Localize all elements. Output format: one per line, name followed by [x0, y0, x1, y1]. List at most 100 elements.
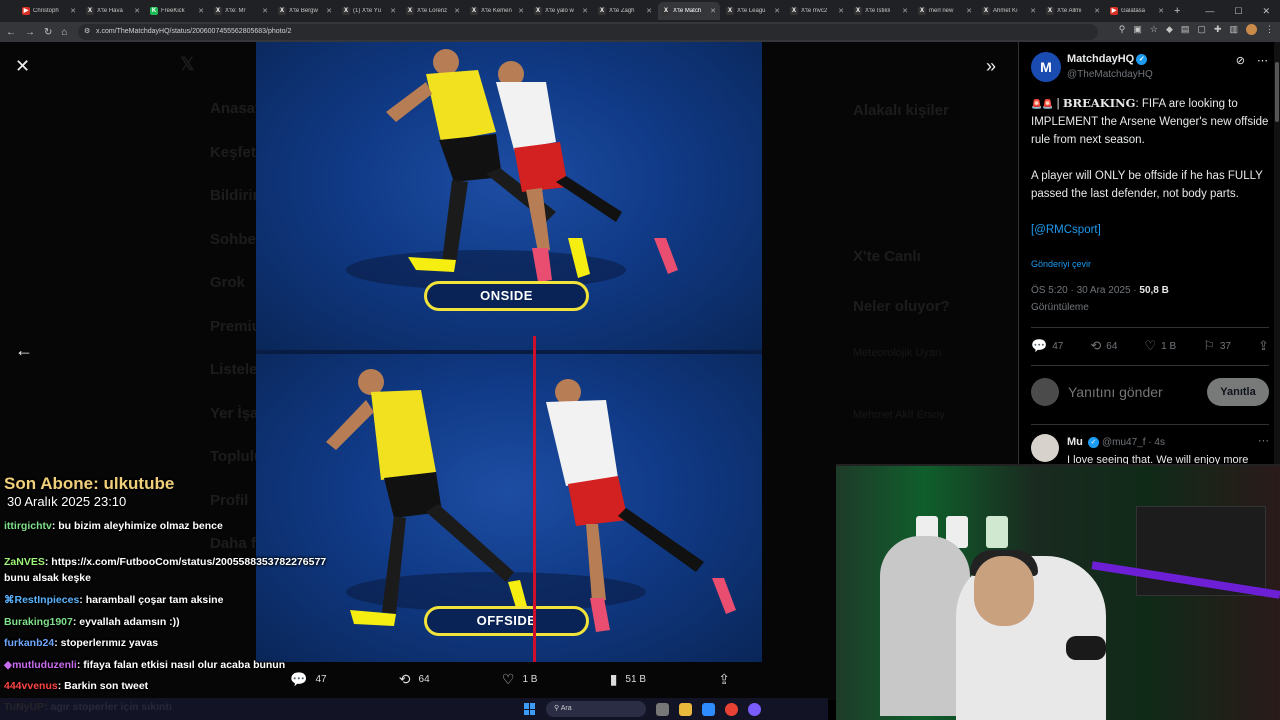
- reply-avatar[interactable]: [1031, 434, 1059, 462]
- grok-icon[interactable]: ⊘: [1236, 54, 1245, 67]
- browser-tab[interactable]: X X'te yalo w ✕: [530, 2, 592, 20]
- store-icon[interactable]: [702, 702, 715, 716]
- app-icon[interactable]: [748, 702, 761, 716]
- reply-submit-button[interactable]: Yanıtla: [1207, 378, 1269, 406]
- file-explorer-icon[interactable]: [679, 702, 692, 716]
- share-button[interactable]: ⇪: [718, 671, 730, 688]
- browser-tab[interactable]: X X'te Lorenz ✕: [402, 2, 464, 20]
- tab-favicon-icon: X: [278, 7, 286, 15]
- repost-icon: ⟲: [1090, 338, 1102, 353]
- browser-tab[interactable]: X X'te Allmi ✕: [1042, 2, 1104, 20]
- author-avatar[interactable]: M: [1031, 52, 1061, 82]
- repost-button[interactable]: ⟲ 64: [399, 671, 430, 688]
- tab-close-icon[interactable]: ✕: [646, 7, 652, 15]
- browser-tab[interactable]: X X'te Match ✕: [658, 2, 720, 20]
- reload-icon[interactable]: ↻: [44, 27, 52, 38]
- repost-stat-button[interactable]: ⟲ 64: [1090, 338, 1117, 354]
- tab-close-icon[interactable]: ✕: [262, 7, 268, 15]
- tab-close-icon[interactable]: ✕: [1030, 7, 1036, 15]
- task-view-icon[interactable]: [656, 702, 669, 716]
- collapse-panel-icon[interactable]: »: [986, 56, 996, 77]
- tab-close-icon[interactable]: ✕: [390, 7, 396, 15]
- extension-icon[interactable]: ◆: [1166, 24, 1173, 35]
- browser-tab[interactable]: X X'te Kemen ✕: [466, 2, 528, 20]
- tab-close-icon[interactable]: ✕: [454, 7, 460, 15]
- browser-tab[interactable]: X Ahmet Kı ✕: [978, 2, 1040, 20]
- browser-tab[interactable]: X X'te İstiklı ✕: [850, 2, 912, 20]
- reply-stat-button[interactable]: 💬 47: [1031, 338, 1063, 354]
- tab-close-icon[interactable]: ✕: [582, 7, 588, 15]
- browser-tab[interactable]: X X'te Hava ✕: [82, 2, 144, 20]
- browser-tab[interactable]: X X'te Zagh ✕: [594, 2, 656, 20]
- new-tab-button[interactable]: +: [1170, 5, 1184, 17]
- trends-heading: Neler oluyor?: [853, 298, 950, 315]
- extension-icon[interactable]: ▢: [1197, 24, 1206, 35]
- taskbar-items: ⚲ Ara: [524, 701, 761, 717]
- browser-tab[interactable]: ▶ Galatasa ✕: [1106, 2, 1168, 20]
- bookmark-stat-button[interactable]: ⚐ 37: [1203, 338, 1231, 354]
- views-button[interactable]: ▮ 51 B: [610, 671, 646, 688]
- tab-favicon-icon: X: [982, 7, 990, 15]
- browser-tab[interactable]: X X'te Bergw ✕: [274, 2, 336, 20]
- browser-tab[interactable]: Xmerl new ✕: [914, 2, 976, 20]
- author-handle[interactable]: @TheMatchdayHQ: [1067, 69, 1153, 80]
- tab-close-icon[interactable]: ✕: [518, 7, 524, 15]
- tweet-time[interactable]: ÖS 5:20 · 30 Ara 2025 ·: [1031, 285, 1139, 296]
- scrollbar[interactable]: [1274, 42, 1280, 472]
- puzzle-icon[interactable]: ✚: [1214, 24, 1222, 35]
- minimize-icon[interactable]: —: [1205, 6, 1214, 16]
- like-button[interactable]: ♡ 1 B: [502, 671, 538, 688]
- tab-close-icon[interactable]: ✕: [1094, 7, 1100, 15]
- sidebar-icon[interactable]: ▥: [1229, 24, 1238, 35]
- current-user-avatar[interactable]: [1031, 378, 1059, 406]
- chrome-icon[interactable]: [725, 702, 738, 716]
- tab-close-icon[interactable]: ✕: [134, 7, 140, 15]
- profile-avatar[interactable]: [1246, 24, 1257, 35]
- address-bar[interactable]: ⚙ x.com/TheMatchdayHQ/status/20060074555…: [78, 24, 1098, 40]
- search-label: Ara: [560, 705, 572, 712]
- install-icon[interactable]: ▣: [1133, 24, 1142, 35]
- home-icon[interactable]: ⌂: [61, 27, 67, 38]
- extension-icon[interactable]: ▤: [1181, 24, 1190, 35]
- breaking-word: BREAKING: [1062, 96, 1136, 110]
- site-info-icon[interactable]: ⚙: [84, 24, 90, 40]
- forward-icon[interactable]: →: [25, 27, 35, 38]
- tab-close-icon[interactable]: ✕: [198, 7, 204, 15]
- more-options-icon[interactable]: ⋯: [1257, 54, 1268, 67]
- translate-link[interactable]: Gönderiyi çevir: [1031, 259, 1091, 269]
- reply-input[interactable]: [1068, 382, 1188, 402]
- tab-close-icon[interactable]: ✕: [966, 7, 972, 15]
- tab-close-icon[interactable]: ✕: [774, 7, 780, 15]
- tab-title: merl new: [929, 8, 954, 14]
- mention-link[interactable]: [@RMCsport]: [1031, 224, 1101, 236]
- tab-close-icon[interactable]: ✕: [1158, 7, 1164, 15]
- scroll-thumb[interactable]: [1275, 62, 1279, 122]
- tab-close-icon[interactable]: ✕: [710, 7, 716, 15]
- chat-message: ⌘RestInpieces: haramball çoşar tam aksin…: [4, 592, 344, 608]
- browser-tab[interactable]: X X'te: Mr ✕: [210, 2, 272, 20]
- bookmark-star-icon[interactable]: ☆: [1150, 24, 1158, 35]
- browser-tab[interactable]: X X'te mvc2 ✕: [786, 2, 848, 20]
- browser-tab[interactable]: X (1) X'te Yü ✕: [338, 2, 400, 20]
- zoom-icon[interactable]: ⚲: [1119, 24, 1126, 35]
- tab-close-icon[interactable]: ✕: [902, 7, 908, 15]
- browser-tab[interactable]: K FreeKick ✕: [146, 2, 208, 20]
- maximize-icon[interactable]: ☐: [1234, 6, 1242, 17]
- like-stat-button[interactable]: ♡ 1 B: [1144, 338, 1176, 354]
- browser-tab[interactable]: X X'te Leagu ✕: [722, 2, 784, 20]
- close-viewer-icon[interactable]: ✕: [15, 56, 30, 77]
- taskbar-search[interactable]: ⚲ Ara: [546, 701, 646, 717]
- more-options-icon[interactable]: ⋯: [1258, 434, 1269, 447]
- tab-close-icon[interactable]: ✕: [326, 7, 332, 15]
- back-icon[interactable]: ←: [6, 27, 16, 38]
- browser-tab[interactable]: ▶ Christoph ✕: [18, 2, 80, 20]
- share-stat-button[interactable]: ⇪: [1258, 338, 1269, 354]
- previous-image-icon[interactable]: ←: [15, 340, 33, 361]
- repost-icon: ⟲: [398, 670, 411, 687]
- tab-close-icon[interactable]: ✕: [70, 7, 76, 15]
- menu-icon[interactable]: ⋮: [1265, 24, 1274, 35]
- close-window-icon[interactable]: ✕: [1262, 6, 1270, 17]
- start-icon[interactable]: [524, 703, 536, 715]
- tab-close-icon[interactable]: ✕: [838, 7, 844, 15]
- author-name-row[interactable]: MatchdayHQ ✓: [1067, 53, 1148, 65]
